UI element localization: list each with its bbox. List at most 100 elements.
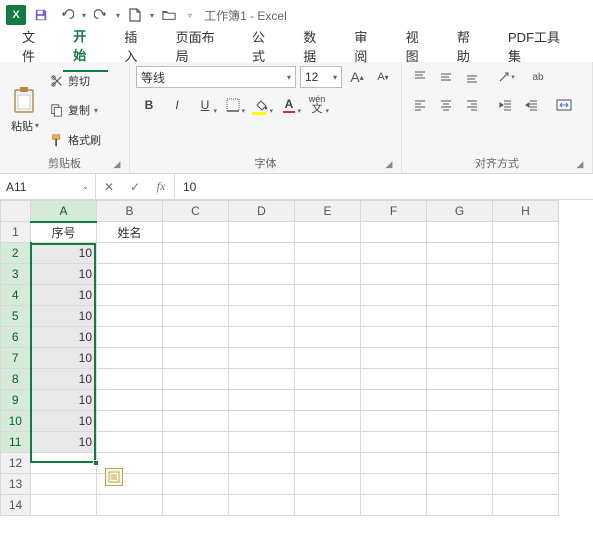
cell-F12[interactable] [361, 453, 427, 474]
cell-A5[interactable]: 10 [31, 306, 97, 327]
cell-D3[interactable] [229, 264, 295, 285]
cell-C12[interactable] [163, 453, 229, 474]
bold-button[interactable]: B [136, 94, 162, 116]
cell-B10[interactable] [97, 411, 163, 432]
cell-D14[interactable] [229, 495, 295, 516]
cell-F7[interactable] [361, 348, 427, 369]
cell-A7[interactable]: 10 [31, 348, 97, 369]
cell-E11[interactable] [295, 432, 361, 453]
row-header-4[interactable]: 4 [1, 285, 31, 306]
align-top-icon[interactable] [408, 66, 432, 88]
col-header-C[interactable]: C [163, 201, 229, 222]
cell-F2[interactable] [361, 243, 427, 264]
name-box[interactable]: A11 ⌄ [0, 174, 96, 199]
row-header-6[interactable]: 6 [1, 327, 31, 348]
cell-E8[interactable] [295, 369, 361, 390]
cell-C6[interactable] [163, 327, 229, 348]
cell-B9[interactable] [97, 390, 163, 411]
col-header-A[interactable]: A [31, 201, 97, 222]
cell-E2[interactable] [295, 243, 361, 264]
cell-C7[interactable] [163, 348, 229, 369]
row-header-2[interactable]: 2 [1, 243, 31, 264]
copy-button[interactable]: 复制▾ [50, 102, 101, 118]
cell-C3[interactable] [163, 264, 229, 285]
cell-H14[interactable] [493, 495, 559, 516]
cell-A3[interactable]: 10 [31, 264, 97, 285]
row-header-10[interactable]: 10 [1, 411, 31, 432]
cell-G11[interactable] [427, 432, 493, 453]
row-header-14[interactable]: 14 [1, 495, 31, 516]
cell-F8[interactable] [361, 369, 427, 390]
cell-D4[interactable] [229, 285, 295, 306]
cell-G13[interactable] [427, 474, 493, 495]
cell-G9[interactable] [427, 390, 493, 411]
font-color-button[interactable]: A▾ [276, 94, 302, 116]
merge-icon[interactable] [554, 94, 574, 116]
cell-B1[interactable]: 姓名 [97, 222, 163, 243]
border-button[interactable]: ▾ [220, 94, 246, 116]
cancel-formula-icon[interactable]: ✕ [96, 180, 122, 194]
row-header-8[interactable]: 8 [1, 369, 31, 390]
italic-button[interactable]: I [164, 94, 190, 116]
align-middle-icon[interactable] [434, 66, 458, 88]
increase-font-icon[interactable]: A▴ [346, 66, 368, 88]
cell-B3[interactable] [97, 264, 163, 285]
cell-A4[interactable]: 10 [31, 285, 97, 306]
cell-G10[interactable] [427, 411, 493, 432]
row-header-9[interactable]: 9 [1, 390, 31, 411]
cell-E7[interactable] [295, 348, 361, 369]
col-header-D[interactable]: D [229, 201, 295, 222]
cell-E3[interactable] [295, 264, 361, 285]
cell-H11[interactable] [493, 432, 559, 453]
cell-B8[interactable] [97, 369, 163, 390]
cell-D12[interactable] [229, 453, 295, 474]
cell-H9[interactable] [493, 390, 559, 411]
cell-E4[interactable] [295, 285, 361, 306]
row-header-1[interactable]: 1 [1, 222, 31, 243]
cell-H5[interactable] [493, 306, 559, 327]
cell-E14[interactable] [295, 495, 361, 516]
cell-G12[interactable] [427, 453, 493, 474]
row-header-5[interactable]: 5 [1, 306, 31, 327]
cell-A6[interactable]: 10 [31, 327, 97, 348]
cell-G14[interactable] [427, 495, 493, 516]
cell-C9[interactable] [163, 390, 229, 411]
cell-F13[interactable] [361, 474, 427, 495]
row-header-11[interactable]: 11 [1, 432, 31, 453]
cell-G6[interactable] [427, 327, 493, 348]
clipboard-launcher-icon[interactable]: ◢ [111, 159, 123, 171]
cell-G5[interactable] [427, 306, 493, 327]
paste-button[interactable]: 粘贴▾ [6, 66, 44, 153]
cell-C13[interactable] [163, 474, 229, 495]
cell-G3[interactable] [427, 264, 493, 285]
cell-H8[interactable] [493, 369, 559, 390]
cell-D11[interactable] [229, 432, 295, 453]
cell-F3[interactable] [361, 264, 427, 285]
autofill-options-icon[interactable] [105, 468, 123, 486]
cell-D10[interactable] [229, 411, 295, 432]
decrease-indent-icon[interactable] [494, 94, 518, 116]
cell-F10[interactable] [361, 411, 427, 432]
cell-A12[interactable] [31, 453, 97, 474]
cell-A14[interactable] [31, 495, 97, 516]
cell-D9[interactable] [229, 390, 295, 411]
decrease-font-icon[interactable]: A▾ [372, 66, 394, 88]
qat-customize-icon[interactable]: ▿ [188, 11, 192, 20]
spreadsheet-grid[interactable]: ABCDEFGH1序号姓名210310410510610710810910101… [0, 200, 593, 516]
cell-E13[interactable] [295, 474, 361, 495]
cell-H6[interactable] [493, 327, 559, 348]
cell-F5[interactable] [361, 306, 427, 327]
underline-button[interactable]: U▾ [192, 94, 218, 116]
new-dropdown-icon[interactable]: ▾ [150, 11, 154, 20]
row-header-3[interactable]: 3 [1, 264, 31, 285]
cell-H1[interactable] [493, 222, 559, 243]
cell-E6[interactable] [295, 327, 361, 348]
cell-D6[interactable] [229, 327, 295, 348]
increase-indent-icon[interactable] [520, 94, 544, 116]
row-header-7[interactable]: 7 [1, 348, 31, 369]
cell-H12[interactable] [493, 453, 559, 474]
redo-dropdown-icon[interactable]: ▾ [116, 11, 120, 20]
cell-C4[interactable] [163, 285, 229, 306]
undo-dropdown-icon[interactable]: ▾ [82, 11, 86, 20]
cell-F6[interactable] [361, 327, 427, 348]
